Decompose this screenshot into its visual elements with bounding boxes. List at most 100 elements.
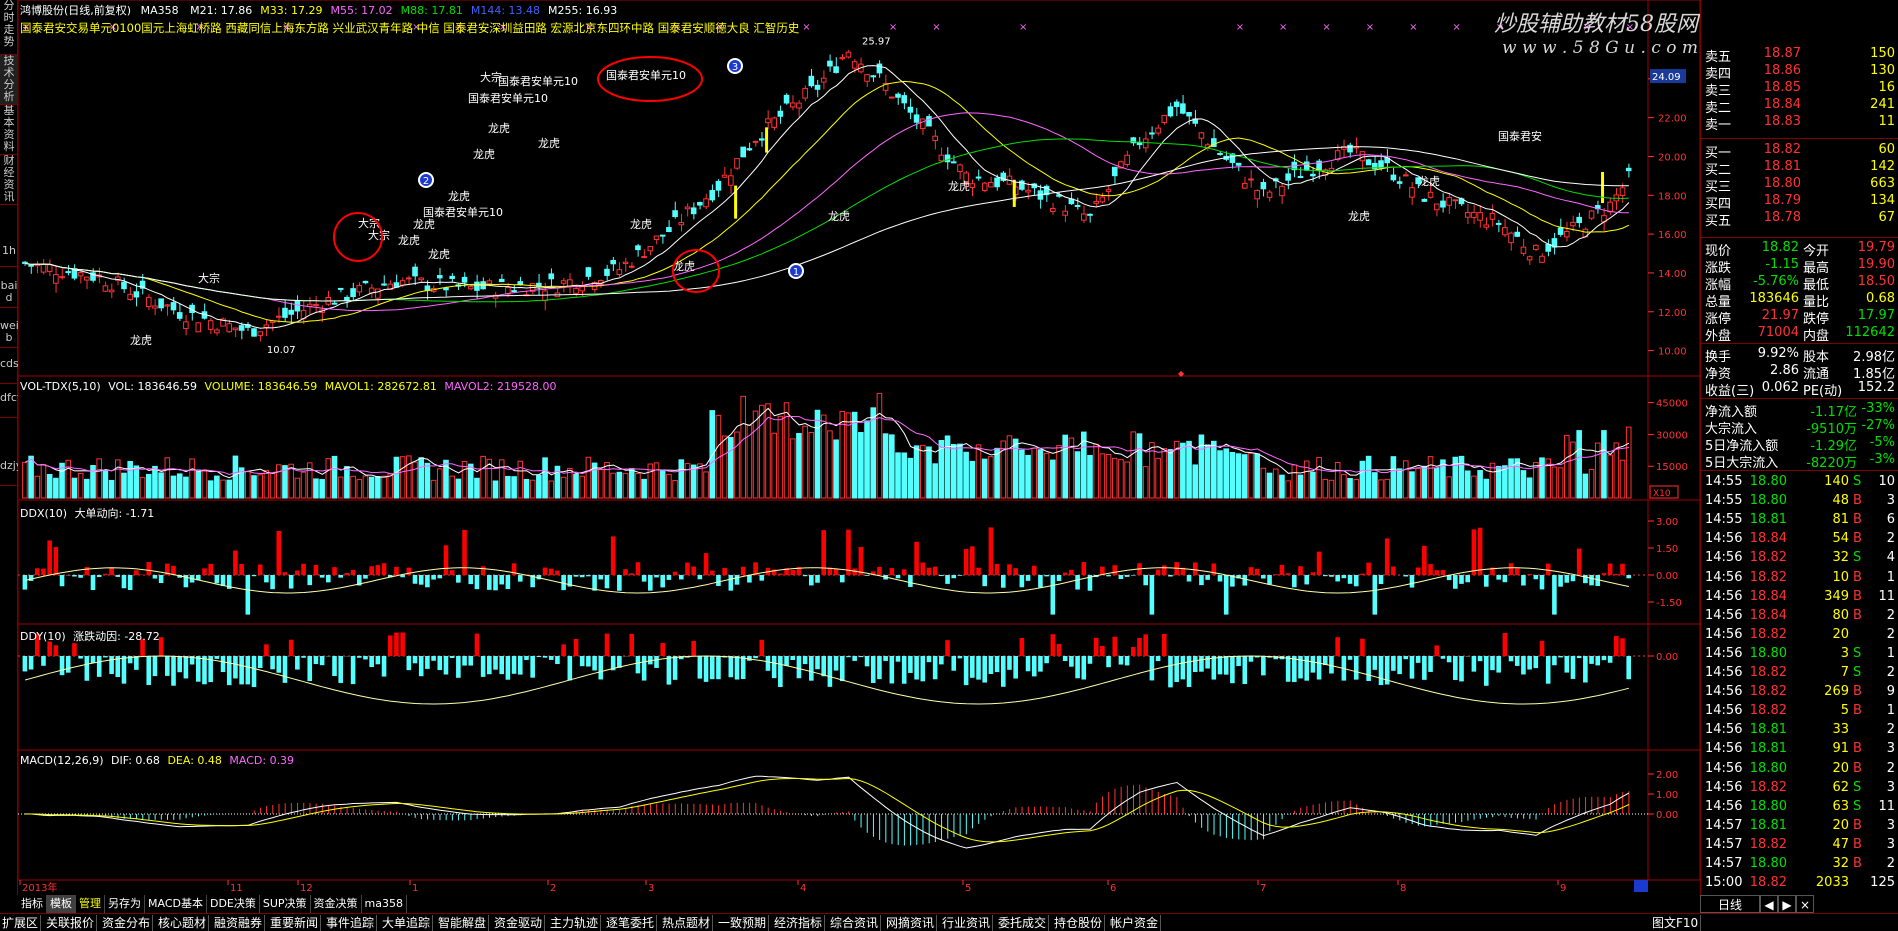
ddx-bar: [208, 563, 213, 575]
tab-dzjy[interactable]: dzjy: [0, 460, 18, 486]
tab-fundamentals[interactable]: 基本资料: [0, 105, 18, 155]
chart-area[interactable]: 24.0022.0020.0018.0016.0014.0012.0010.00…: [17, 0, 1701, 895]
tab-technical[interactable]: 技术分析: [0, 55, 18, 105]
status-item-6[interactable]: 事件追踪: [324, 915, 378, 931]
volume-bar: [709, 410, 716, 499]
template-tab-4[interactable]: MACD基本: [145, 895, 207, 913]
tab-dfcf[interactable]: dfcf: [0, 392, 18, 418]
volume-bar: [480, 455, 486, 499]
candle-body: [740, 146, 747, 158]
candle-body: [975, 176, 982, 179]
tab-baidu[interactable]: bai d: [0, 280, 18, 308]
template-tab-7[interactable]: 资金决策: [311, 895, 362, 913]
status-item-9[interactable]: 资金驱动: [492, 915, 546, 931]
moving-average-line: [25, 138, 1629, 303]
status-item-7[interactable]: 大单追踪: [380, 915, 434, 931]
ddx-bar: [1607, 563, 1613, 575]
vol-tick-label: 45000: [1656, 399, 1688, 410]
status-item-5[interactable]: 重要新闻: [268, 915, 322, 931]
status-item-12[interactable]: 热点题材: [660, 915, 714, 931]
tick-price: 18.84: [1749, 588, 1787, 604]
tick-count: 125: [1870, 875, 1895, 891]
status-item-17[interactable]: 行业资讯: [940, 915, 994, 931]
tab-news[interactable]: 财经资讯: [0, 155, 18, 205]
ddx-bar: [976, 567, 981, 575]
tab-1h[interactable]: 1h: [0, 245, 18, 267]
candle-body: [635, 245, 641, 251]
status-item-2[interactable]: 资金分布: [100, 915, 154, 931]
ddy-bar: [499, 656, 504, 675]
tick-time: 14:56: [1705, 645, 1743, 661]
candle-body: [195, 322, 202, 333]
tick-row: 14:57 18.81 20 B 3: [1701, 818, 1898, 835]
status-item-11[interactable]: 逐笔委托: [604, 915, 658, 931]
volume-bar: [957, 443, 963, 499]
status-item-21[interactable]: 图文F10: [1650, 915, 1702, 931]
volume-bar: [275, 464, 282, 499]
template-tab-0[interactable]: 指标: [18, 895, 47, 913]
template-tab-2[interactable]: 管理: [76, 895, 105, 913]
status-item-20[interactable]: 帐户资金: [1108, 915, 1162, 931]
status-item-15[interactable]: 综合资讯: [828, 915, 882, 931]
ddy-bar: [1360, 638, 1365, 656]
period-close[interactable]: ×: [1796, 895, 1814, 913]
candle-body: [257, 331, 264, 337]
template-tab-8[interactable]: ma358: [362, 895, 407, 913]
candle-body: [901, 95, 908, 104]
ddx-bar: [47, 540, 52, 575]
status-item-10[interactable]: 主力轨迹: [548, 915, 602, 931]
period-right-arrow[interactable]: ▶: [1778, 895, 1796, 913]
candle-body: [814, 84, 821, 90]
status-item-14[interactable]: 经济指标: [772, 915, 826, 931]
tab-intraday[interactable]: 分时走势: [0, 0, 18, 55]
cursor-mark: ◆: [1178, 369, 1185, 378]
volume-bar: [1502, 465, 1508, 499]
volume-bar: [969, 460, 976, 499]
template-tab-6[interactable]: SUP决策: [260, 895, 311, 913]
status-item-0[interactable]: 扩展区: [0, 915, 42, 931]
period-left-arrow[interactable]: ◀: [1760, 895, 1778, 913]
template-tab-3[interactable]: 另存为: [105, 895, 145, 913]
ddx-bar: [1496, 575, 1501, 580]
ddy-bar: [1050, 634, 1056, 656]
signal-mark: ×: [1366, 22, 1374, 33]
status-item-4[interactable]: 融资融券: [212, 915, 266, 931]
template-tab-5[interactable]: DDE决策: [207, 895, 260, 913]
x-tick-label: 2013年: [22, 881, 57, 894]
ddx-bar: [400, 575, 405, 578]
status-item-16[interactable]: 网摘资讯: [884, 915, 938, 931]
volume-bar: [622, 472, 629, 499]
ddy-bar: [474, 633, 480, 656]
tab-weibo[interactable]: wei b: [0, 320, 18, 348]
ddx-bar: [1440, 569, 1446, 575]
volume-bar: [189, 458, 195, 499]
candle-body: [808, 75, 815, 87]
status-item-13[interactable]: 一致预期: [716, 915, 770, 931]
tab-cdsy[interactable]: cdsy: [0, 358, 18, 384]
period-daily[interactable]: 日线: [1700, 895, 1760, 913]
volume-bar: [1625, 426, 1632, 499]
ddx-bar: [1199, 575, 1204, 586]
ddx-bar: [1415, 567, 1421, 575]
candle-body: [981, 182, 988, 191]
ddy-bar: [976, 656, 981, 680]
chart-annotation: 国泰君安单元10: [606, 68, 686, 82]
template-tab-1[interactable]: 模板: [47, 895, 76, 913]
stat-row: 总量 183646 量比 0.68: [1701, 291, 1898, 310]
status-item-1[interactable]: 关联报价: [44, 915, 98, 931]
candle-body: [418, 277, 424, 281]
ma-value-m255: M255: 16.93: [548, 4, 618, 17]
status-item-19[interactable]: 持仓股份: [1052, 915, 1106, 931]
tick-count: 9: [1886, 684, 1895, 700]
status-item-18[interactable]: 委托成交: [996, 915, 1050, 931]
candle-body: [628, 265, 635, 268]
volume-bar: [1111, 457, 1118, 499]
status-item-8[interactable]: 智能解盘: [436, 915, 490, 931]
status-item-3[interactable]: 核心题材: [156, 915, 210, 931]
ddy-bar: [1453, 656, 1458, 680]
ddy-bar: [443, 656, 449, 675]
candle-body: [331, 302, 338, 305]
volume-bar: [690, 464, 697, 499]
candle-body: [412, 266, 418, 277]
candle-body: [1502, 227, 1508, 236]
